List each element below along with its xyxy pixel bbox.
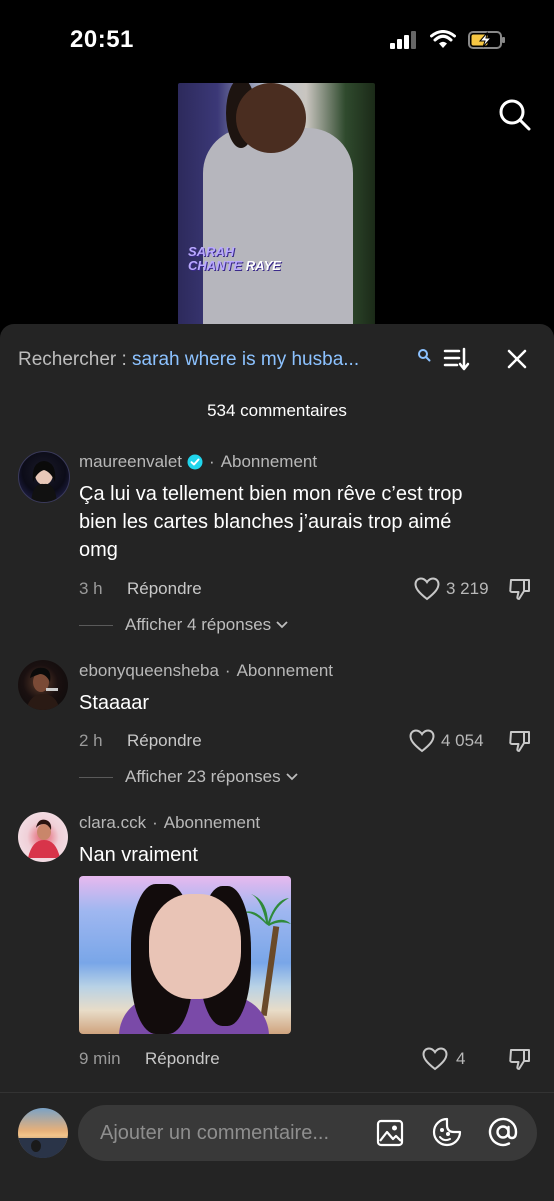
video-person: [203, 128, 353, 325]
comment-placeholder: Ajouter un commentaire...: [100, 1122, 329, 1144]
comment-text: Ça lui va tellement bien mon rêve c’est …: [79, 483, 463, 561]
heart-icon: [414, 577, 440, 601]
search-query[interactable]: sarah where is my husba...: [132, 349, 359, 371]
wifi-icon: [430, 30, 456, 48]
search-icon[interactable]: [498, 98, 532, 132]
like-button[interactable]: 3 219: [414, 577, 489, 601]
follow-link[interactable]: Abonnement: [164, 813, 260, 833]
comment-text: Nan vraiment: [79, 844, 198, 866]
follow-link[interactable]: Abonnement: [237, 661, 333, 681]
heart-icon: [422, 1047, 448, 1071]
like-count: 4 054: [441, 731, 484, 750]
image-icon[interactable]: [376, 1119, 404, 1147]
battery-charging-icon: [468, 31, 505, 49]
comment-input[interactable]: Ajouter un commentaire...: [78, 1105, 537, 1161]
follow-link[interactable]: Abonnement: [221, 452, 317, 472]
status-time: 20:51: [70, 26, 134, 53]
reply-button[interactable]: Répondre: [127, 731, 202, 751]
comment-text: Staaaar: [79, 692, 150, 714]
reply-button[interactable]: Répondre: [127, 579, 202, 599]
reply-button[interactable]: Répondre: [145, 1049, 220, 1069]
comment-gif-image[interactable]: [79, 876, 291, 1034]
comment-time: 9 min: [79, 1049, 121, 1068]
dislike-icon[interactable]: [508, 1047, 532, 1071]
dislike-icon[interactable]: [508, 729, 532, 753]
heart-icon: [409, 729, 435, 753]
verified-badge-icon: [187, 454, 203, 470]
like-button[interactable]: 4: [422, 1047, 465, 1071]
avatar[interactable]: [18, 660, 68, 710]
like-count: 3 219: [446, 579, 489, 598]
dislike-icon[interactable]: [508, 577, 532, 601]
my-avatar: [18, 1108, 68, 1158]
mention-icon[interactable]: [488, 1117, 518, 1147]
emoji-sticker-icon[interactable]: [432, 1117, 462, 1147]
view-replies-button[interactable]: Afficher 4 réponses: [79, 615, 289, 635]
like-button[interactable]: 4 054: [409, 729, 484, 753]
comment-time: 3 h: [79, 579, 103, 598]
chevron-down-icon: [276, 621, 288, 629]
comment-username[interactable]: maureenvalet · Abonnement: [79, 452, 317, 472]
sort-icon[interactable]: [443, 345, 471, 373]
view-replies-button[interactable]: Afficher 23 réponses: [79, 767, 299, 787]
chevron-down-icon: [285, 773, 298, 781]
avatar[interactable]: [18, 451, 70, 503]
comment-time: 2 h: [79, 731, 103, 750]
avatar[interactable]: [18, 812, 68, 862]
close-icon[interactable]: [506, 348, 528, 370]
status-icons: [390, 30, 506, 50]
comment-count: 534 commentaires: [207, 401, 347, 420]
cellular-signal-icon: [390, 31, 416, 49]
search-label: Rechercher :: [18, 349, 133, 370]
status-bar: 20:51: [0, 0, 554, 80]
like-count: 4: [456, 1049, 466, 1068]
comment-username[interactable]: ebonyqueensheba · Abonnement: [79, 661, 333, 681]
search-query-icon: [418, 349, 431, 362]
comment-username[interactable]: clara.cck · Abonnement: [79, 813, 260, 833]
video-preview[interactable]: SARAH CHANTE RAYE: [178, 83, 375, 325]
video-caption: SARAH CHANTE RAYE: [188, 244, 281, 273]
